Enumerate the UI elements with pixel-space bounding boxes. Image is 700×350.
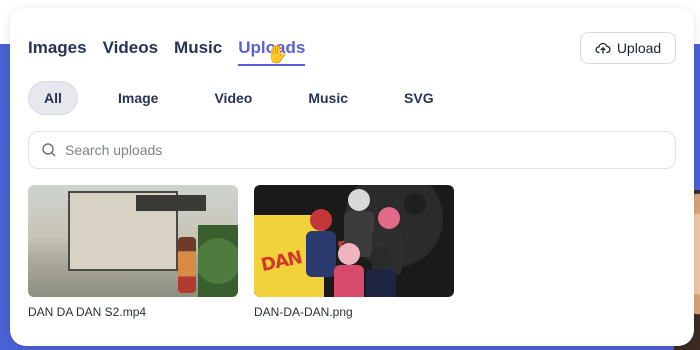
filter-image[interactable]: Image — [102, 81, 174, 115]
upload-button[interactable]: Upload — [580, 32, 676, 64]
tab-videos[interactable]: Videos — [103, 38, 158, 66]
video-thumbnail[interactable] — [28, 185, 238, 297]
filter-svg[interactable]: SVG — [388, 81, 450, 115]
search-bar — [28, 131, 676, 169]
upload-tile-video[interactable]: DAN DA DAN S2.mp4 — [28, 185, 238, 319]
search-input[interactable] — [65, 142, 625, 158]
tab-images[interactable]: Images — [28, 38, 87, 66]
upload-button-label: Upload — [616, 40, 662, 56]
filter-chips: All Image Video Music SVG — [28, 81, 450, 115]
media-tabs: Images Videos Music Uploads — [28, 38, 306, 66]
upload-tile-image[interactable]: DAN DA DAN DAN-DA-DAN.png — [254, 185, 454, 319]
search-icon — [42, 143, 56, 157]
image-thumbnail[interactable]: DAN DA DAN — [254, 185, 454, 297]
hand-cursor-icon: ✋ — [266, 44, 289, 64]
filter-video[interactable]: Video — [198, 81, 268, 115]
tab-music[interactable]: Music — [174, 38, 222, 66]
filter-all[interactable]: All — [28, 81, 78, 115]
uploads-panel: Images Videos Music Uploads ✋ Upload All… — [10, 8, 694, 346]
cloud-upload-icon — [595, 42, 611, 54]
uploads-grid: DAN DA DAN S2.mp4 DAN DA DAN DAN-DA-DAN.… — [28, 185, 454, 319]
filter-music[interactable]: Music — [292, 81, 364, 115]
file-name: DAN-DA-DAN.png — [254, 305, 353, 319]
file-name: DAN DA DAN S2.mp4 — [28, 305, 147, 319]
